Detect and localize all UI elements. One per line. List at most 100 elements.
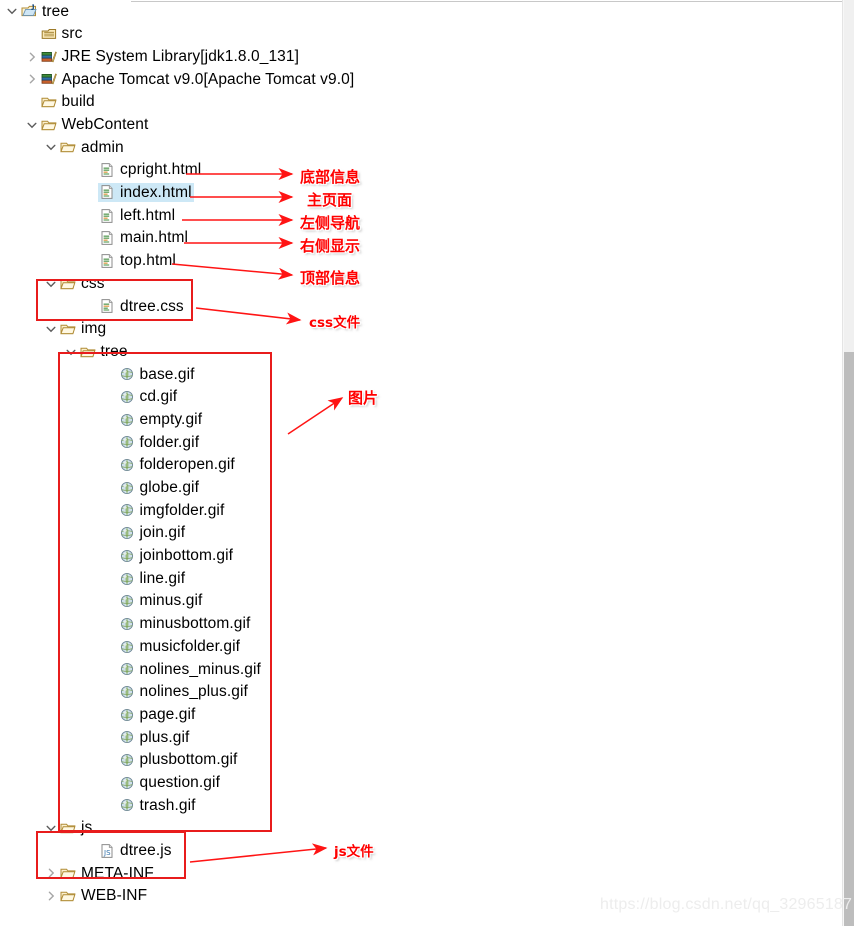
tree-row[interactable]: base.gif: [0, 363, 640, 386]
tree-row-content[interactable]: trash.gif: [118, 797, 196, 813]
tree-row[interactable]: tree: [0, 0, 640, 23]
tree-row[interactable]: empty.gif: [0, 408, 640, 431]
vertical-scrollbar[interactable]: [842, 0, 854, 926]
chevron-right-icon[interactable]: [43, 888, 59, 904]
tree-row-content[interactable]: src: [40, 26, 83, 42]
tree-row[interactable]: question.gif: [0, 771, 640, 794]
tree-row[interactable]: admin: [0, 136, 640, 159]
tree-row[interactable]: WebContent: [0, 113, 640, 136]
tree-row-label: nolines_plus.gif: [139, 683, 248, 701]
tree-row-content[interactable]: page.gif: [118, 707, 196, 723]
globe-image-icon: [118, 752, 136, 768]
tree-row-content[interactable]: empty.gif: [118, 412, 203, 428]
tree-row-content[interactable]: tree: [79, 344, 128, 360]
tree-row-content[interactable]: css: [59, 276, 105, 292]
tree-row-content[interactable]: WEB-INF: [59, 888, 147, 904]
tree-row-content[interactable]: main.html: [98, 230, 188, 246]
chevron-down-icon[interactable]: [24, 117, 40, 133]
globe-image-icon: [118, 457, 136, 473]
tree-row[interactable]: Apache Tomcat v9.0 [Apache Tomcat v9.0]: [0, 68, 640, 91]
tree-row[interactable]: cd.gif: [0, 386, 640, 409]
tree-row-content[interactable]: plus.gif: [118, 729, 190, 745]
tree-row-content[interactable]: index.html: [98, 183, 194, 203]
tree-row-content[interactable]: folder.gif: [118, 434, 200, 450]
tree-row[interactable]: join.gif: [0, 522, 640, 545]
tree-row-content[interactable]: tree: [20, 3, 69, 19]
scrollbar-track[interactable]: [844, 352, 854, 926]
chevron-down-icon[interactable]: [43, 820, 59, 836]
tree-row-content[interactable]: top.html: [98, 253, 176, 269]
tree-row[interactable]: imgfolder.gif: [0, 499, 640, 522]
project-explorer-tree[interactable]: tree src JRE System Library [jdk1.8.0_131]…: [0, 0, 640, 908]
chevron-down-icon[interactable]: [4, 3, 20, 19]
tree-row[interactable]: trash.gif: [0, 794, 640, 817]
tree-row-content[interactable]: img: [59, 321, 106, 337]
tree-row[interactable]: minus.gif: [0, 590, 640, 613]
chevron-right-icon[interactable]: [24, 71, 40, 87]
globe-image-icon: [118, 389, 136, 405]
tree-row[interactable]: musicfolder.gif: [0, 635, 640, 658]
chevron-down-icon[interactable]: [43, 139, 59, 155]
tree-row[interactable]: globe.gif: [0, 476, 640, 499]
tree-row[interactable]: nolines_minus.gif: [0, 658, 640, 681]
tree-row[interactable]: build: [0, 91, 640, 114]
tree-row[interactable]: tree: [0, 340, 640, 363]
tree-row[interactable]: plusbottom.gif: [0, 749, 640, 772]
chevron-right-icon[interactable]: [24, 49, 40, 65]
tree-row[interactable]: js: [0, 817, 640, 840]
chevron-down-icon[interactable]: [43, 276, 59, 292]
tree-row-content[interactable]: nolines_minus.gif: [118, 661, 261, 677]
chevron-down-icon[interactable]: [63, 344, 79, 360]
tree-row[interactable]: src: [0, 23, 640, 46]
tree-row[interactable]: minusbottom.gif: [0, 613, 640, 636]
tree-row[interactable]: page.gif: [0, 703, 640, 726]
tree-row-content[interactable]: globe.gif: [118, 480, 200, 496]
globe-image-icon: [118, 593, 136, 609]
tree-row-content[interactable]: imgfolder.gif: [118, 502, 225, 518]
tree-row-content[interactable]: META-INF: [59, 865, 154, 881]
tree-row-content[interactable]: join.gif: [118, 525, 186, 541]
tree-row-content[interactable]: folderopen.gif: [118, 457, 235, 473]
tree-row-content[interactable]: JRE System Library [jdk1.8.0_131]: [40, 49, 300, 65]
tree-row-label: build: [61, 93, 95, 111]
tree-row[interactable]: META-INF: [0, 862, 640, 885]
tree-row[interactable]: WEB-INF: [0, 885, 640, 908]
tree-row[interactable]: folder.gif: [0, 431, 640, 454]
scrollbar-thumb[interactable]: [844, 0, 854, 352]
tree-row-content[interactable]: js: [59, 820, 92, 836]
chevron-right-icon[interactable]: [43, 865, 59, 881]
tree-row-content[interactable]: joinbottom.gif: [118, 548, 234, 564]
tree-row-content[interactable]: WebContent: [40, 117, 149, 133]
tree-row-content[interactable]: line.gif: [118, 571, 186, 587]
tree-row[interactable]: joinbottom.gif: [0, 545, 640, 568]
folder-icon: [40, 94, 58, 110]
globe-image-icon: [118, 571, 136, 587]
tree-row-content[interactable]: dtree.css: [98, 298, 184, 314]
tree-row[interactable]: plus.gif: [0, 726, 640, 749]
tree-row-content[interactable]: admin: [59, 139, 124, 155]
tree-row[interactable]: nolines_plus.gif: [0, 681, 640, 704]
tree-row[interactable]: JRE System Library [jdk1.8.0_131]: [0, 45, 640, 68]
tree-row-content[interactable]: nolines_plus.gif: [118, 684, 248, 700]
tree-row-content[interactable]: question.gif: [118, 775, 220, 791]
tree-row-content[interactable]: musicfolder.gif: [118, 639, 241, 655]
chevron-down-icon[interactable]: [43, 321, 59, 337]
tree-row-content[interactable]: plusbottom.gif: [118, 752, 238, 768]
tree-row-content[interactable]: minusbottom.gif: [118, 616, 251, 632]
tree-row[interactable]: JS dtree.js: [0, 839, 640, 862]
tree-row-content[interactable]: cd.gif: [118, 389, 178, 405]
tree-row-content[interactable]: base.gif: [118, 366, 195, 382]
tree-row-content[interactable]: build: [40, 94, 95, 110]
tree-row-content[interactable]: cpright.html: [98, 162, 201, 178]
tree-row-content[interactable]: minus.gif: [118, 593, 203, 609]
tree-row[interactable]: folderopen.gif: [0, 454, 640, 477]
tree-row-content[interactable]: Apache Tomcat v9.0 [Apache Tomcat v9.0]: [40, 71, 355, 87]
tree-row[interactable]: line.gif: [0, 567, 640, 590]
tree-row-content[interactable]: JS dtree.js: [98, 843, 172, 859]
tree-row-content[interactable]: left.html: [98, 208, 175, 224]
